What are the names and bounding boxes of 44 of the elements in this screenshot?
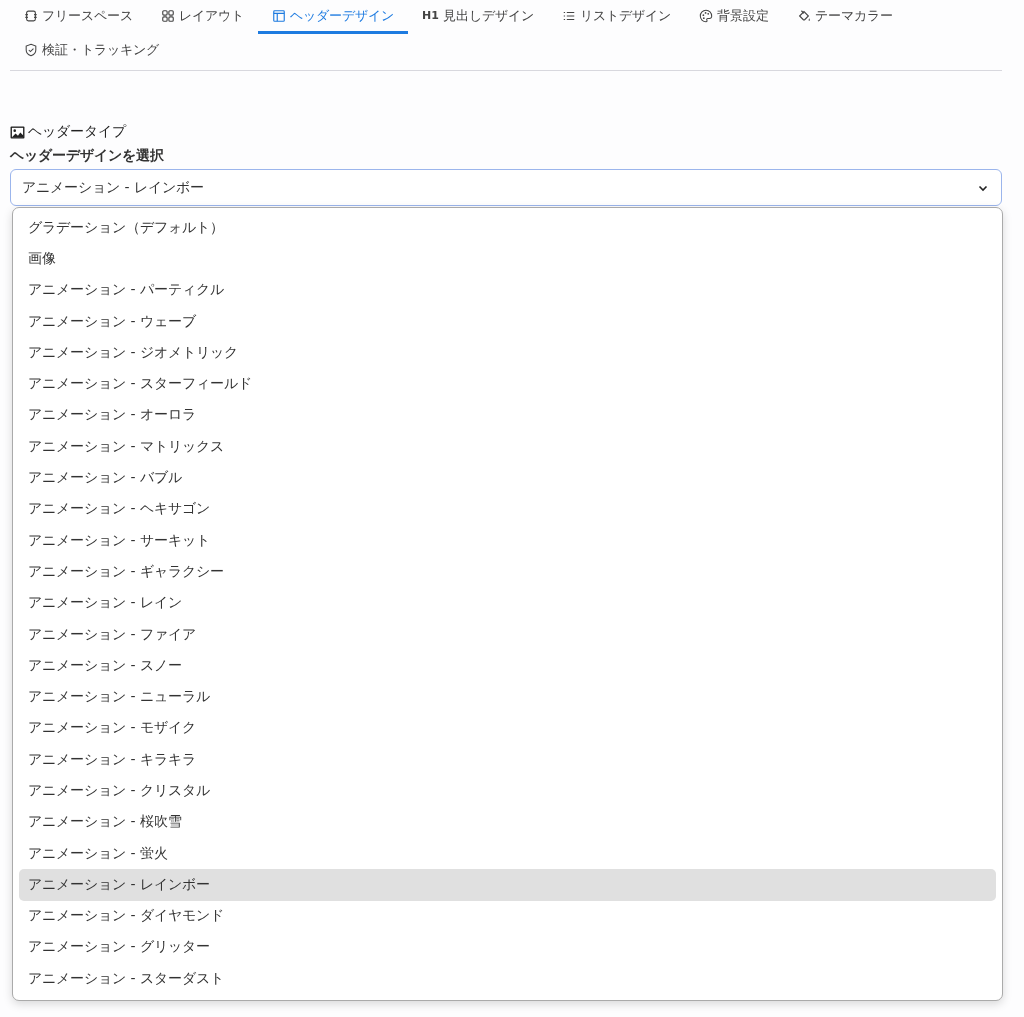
layout-icon (272, 8, 286, 23)
dropdown-option[interactable]: 画像 (19, 243, 996, 275)
dropdown-option[interactable]: アニメーション - ニューラル (19, 681, 996, 713)
dropdown-option[interactable]: アニメーション - サーキット (19, 524, 996, 557)
dropdown-option[interactable]: アニメーション - ギャラクシー (19, 556, 996, 588)
field-label: ヘッダーデザインを選択 (10, 147, 165, 165)
frame-icon (24, 8, 38, 23)
settings-tab[interactable]: 背景設定 (684, 0, 783, 34)
settings-tab[interactable]: ヘッダーデザイン (258, 0, 408, 34)
dropdown-option[interactable]: アニメーション - 蛍火 (19, 837, 996, 870)
dropdown-option[interactable]: アニメーション - スターダスト (19, 963, 996, 995)
dropdown-option[interactable]: アニメーション - ウェーブ (19, 305, 996, 338)
settings-tab[interactable]: フリースペース (10, 0, 147, 34)
section-title: ヘッダータイプ (28, 123, 126, 141)
grid-icon (161, 8, 175, 23)
dropdown-option[interactable]: アニメーション - スターフィールド (19, 368, 996, 400)
dropdown-option[interactable]: アニメーション - ファイア (19, 618, 996, 651)
dropdown-option[interactable]: アニメーション - バブル (19, 462, 996, 494)
dropdown-option[interactable]: アニメーション - オーロラ (19, 399, 996, 432)
settings-tab[interactable]: H1 見出しデザイン (408, 0, 548, 34)
settings-tab[interactable]: レイアウト (147, 0, 258, 34)
palette-icon (698, 8, 713, 23)
dropdown-option[interactable]: アニメーション - キラキラ (19, 744, 996, 776)
settings-tab[interactable]: テーマカラー (782, 0, 907, 34)
dropdown-option[interactable]: アニメーション - スノー (19, 650, 996, 682)
heading-icon: H1 (422, 9, 439, 22)
settings-tab[interactable]: リストデザイン (547, 0, 685, 34)
dropdown-option[interactable]: アニメーション - ダイヤモンド (19, 900, 996, 932)
image-icon (10, 125, 25, 139)
dropdown-option[interactable]: アニメーション - ヘキサゴン (19, 493, 996, 525)
dropdown-option[interactable]: アニメーション - ジオメトリック (19, 337, 996, 369)
shield-check-icon (24, 42, 38, 57)
dropdown-option[interactable]: アニメーション - マトリックス (19, 431, 996, 463)
dropdown-option[interactable]: アニメーション - パーティクル (19, 274, 996, 306)
settings-tab[interactable]: 検証・トラッキング (10, 34, 173, 68)
header-design-select[interactable]: アニメーション - レインボー (10, 169, 1002, 206)
dropdown-option[interactable]: アニメーション - グリッター (19, 931, 996, 964)
dropdown-option[interactable]: アニメーション - 桜吹雪 (19, 806, 996, 838)
dropdown-option[interactable]: アニメーション - レイン (19, 587, 996, 619)
dropdown-option[interactable]: アニメーション - クリスタル (19, 775, 996, 807)
dropdown-option[interactable]: アニメーション - モザイク (19, 712, 996, 745)
paint-bucket-icon (796, 8, 811, 23)
dropdown-option[interactable]: グラデーション（デフォルト） (19, 212, 996, 244)
dropdown-option[interactable]: アニメーション - レインボー (19, 869, 996, 901)
